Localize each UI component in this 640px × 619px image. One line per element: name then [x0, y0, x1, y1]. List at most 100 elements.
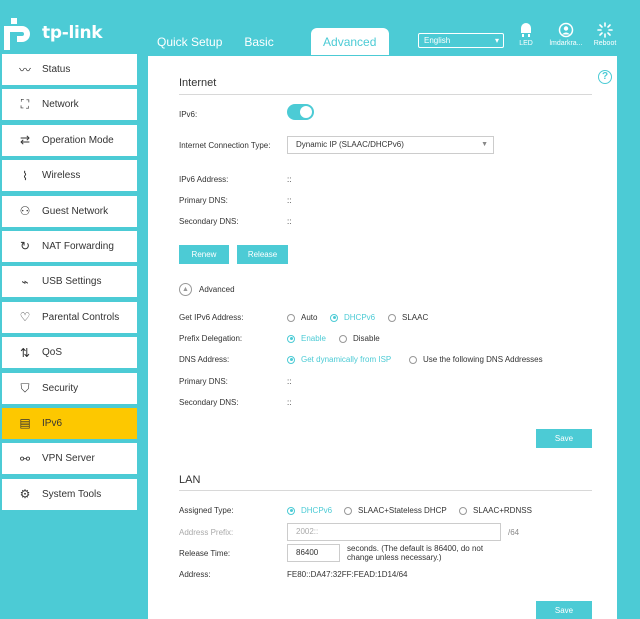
radio-label: SLAAC	[402, 313, 429, 322]
sidebar-item-system-tools[interactable]: ⚙ System Tools	[2, 478, 137, 510]
ipv6-label: IPv6:	[179, 110, 198, 119]
tp-link-logo-icon	[4, 18, 30, 50]
security-icon: ⛉	[20, 380, 30, 395]
release-time-note: seconds. (The default is 86400, do not c…	[347, 544, 483, 562]
lan-section-title: LAN	[179, 474, 201, 486]
radio-assigned-slaac-stateless[interactable]: SLAAC+Stateless DHCP	[344, 506, 447, 515]
divider	[179, 94, 592, 95]
lan-save-button[interactable]: Save	[536, 601, 592, 619]
usb-icon: ⌁	[21, 274, 29, 289]
dns-address-label: DNS Address:	[179, 355, 230, 364]
internet-section-title: Internet	[179, 77, 217, 89]
nat-forwarding-icon: ↻	[19, 239, 31, 254]
sidebar-item-ipv6[interactable]: ▤ IPv6	[2, 407, 137, 439]
parental-controls-icon: ♡	[19, 310, 31, 325]
reboot-label: Reboot	[593, 40, 617, 47]
release-time-label: Release Time:	[179, 549, 231, 558]
user-label: lmdarkra...	[549, 40, 583, 47]
system-tools-icon: ⚙	[19, 487, 31, 502]
sidebar-item-network[interactable]: ⛶ Network	[2, 89, 137, 121]
secondary-dns-value: ::	[287, 217, 292, 226]
sidebar-item-qos[interactable]: ⇅ QoS	[2, 337, 137, 369]
secondary-dns-label: Secondary DNS:	[179, 217, 239, 226]
sidebar-item-guest-network[interactable]: ⚇ Guest Network	[2, 195, 137, 227]
tab-quick-setup[interactable]: Quick Setup	[146, 28, 233, 55]
radio-dns-dynamic[interactable]: Get dynamically from ISP	[287, 355, 391, 364]
chevron-up-icon: ▲	[179, 283, 192, 296]
sidebar-item-label: Network	[42, 99, 79, 111]
help-icon[interactable]: ?	[598, 70, 612, 84]
ipv6-toggle[interactable]	[287, 104, 314, 120]
address-prefix-label: Address Prefix:	[179, 528, 234, 537]
radio-dns-manual[interactable]: Use the following DNS Addresses	[409, 355, 543, 364]
release-time-note-line: seconds. (The default is 86400, do not	[347, 544, 484, 553]
release-button[interactable]: Release	[237, 245, 288, 264]
divider	[179, 490, 592, 491]
radio-assigned-dhcpv6[interactable]: DHCPv6	[287, 506, 332, 515]
radio-dot	[287, 355, 295, 364]
tab-advanced[interactable]: Advanced	[310, 28, 389, 55]
sidebar-item-label: System Tools	[42, 488, 102, 500]
sidebar-item-label: Parental Controls	[42, 311, 120, 323]
radio-assigned-slaac-rdnss[interactable]: SLAAC+RDNSS	[459, 506, 532, 515]
main-panel: ? Internet IPv6: Internet Connection Typ…	[148, 56, 617, 619]
conn-type-select[interactable]: Dynamic IP (SLAAC/DHCPv6) ▼	[287, 136, 494, 154]
radio-label: SLAAC+Stateless DHCP	[358, 506, 447, 515]
ipv6-address-value: ::	[287, 175, 292, 184]
release-time-input[interactable]: 86400	[287, 544, 340, 562]
radio-dot	[339, 334, 347, 343]
sidebar-item-wireless[interactable]: ⌇ Wireless	[2, 160, 137, 192]
radio-auto[interactable]: Auto	[287, 313, 317, 322]
sidebar-item-status[interactable]: 〰 Status	[2, 54, 137, 85]
primary-dns-label: Primary DNS:	[179, 196, 228, 205]
conn-type-label: Internet Connection Type:	[179, 141, 271, 150]
radio-label: Auto	[301, 313, 318, 322]
wireless-icon: ⌇	[22, 168, 28, 183]
sidebar-item-usb-settings[interactable]: ⌁ USB Settings	[2, 266, 137, 298]
reboot-icon	[597, 22, 613, 38]
sidebar-item-nat-forwarding[interactable]: ↻ NAT Forwarding	[2, 230, 137, 262]
sidebar-item-label: Wireless	[42, 170, 81, 182]
sidebar-item-vpn-server[interactable]: ⚯ VPN Server	[2, 443, 137, 475]
radio-prefix-enable[interactable]: Enable	[287, 334, 326, 343]
radio-slaac[interactable]: SLAAC	[388, 313, 428, 322]
guest-network-icon: ⚇	[19, 204, 31, 219]
operation-mode-icon: ⇄	[19, 133, 31, 148]
advanced-toggle[interactable]: ▲ Advanced	[179, 283, 235, 296]
reboot-button[interactable]: Reboot	[582, 22, 628, 47]
main-tabs: Quick Setup Basic Advanced	[146, 28, 389, 55]
sidebar-item-parental-controls[interactable]: ♡ Parental Controls	[2, 301, 137, 333]
radio-dot	[287, 506, 295, 515]
sidebar-item-label: Operation Mode	[42, 134, 114, 146]
sidebar-item-security[interactable]: ⛉ Security	[2, 372, 137, 404]
chevron-down-icon: ▾	[494, 36, 499, 45]
renew-button[interactable]: Renew	[179, 245, 229, 264]
radio-dot	[330, 313, 338, 322]
qos-icon: ⇅	[19, 345, 31, 360]
caret-down-icon: ▼	[481, 141, 488, 148]
adv-secondary-dns-label: Secondary DNS:	[179, 398, 239, 407]
address-label: Address:	[179, 570, 211, 579]
radio-label: DHCPv6	[344, 313, 376, 322]
tab-basic[interactable]: Basic	[233, 28, 284, 55]
radio-prefix-disable[interactable]: Disable	[339, 334, 380, 343]
radio-label: Disable	[353, 334, 380, 343]
radio-dot	[388, 313, 396, 322]
radio-label: SLAAC+RDNSS	[473, 506, 532, 515]
sidebar-item-operation-mode[interactable]: ⇄ Operation Mode	[2, 124, 137, 156]
get-ipv6-label: Get IPv6 Address:	[179, 313, 244, 322]
radio-dot	[459, 506, 467, 515]
prefix-suffix: /64	[508, 528, 520, 537]
internet-save-button[interactable]: Save	[536, 429, 592, 448]
sidebar-item-label: QoS	[42, 347, 63, 359]
radio-dhcpv6[interactable]: DHCPv6	[330, 313, 375, 322]
ipv6-icon: ▤	[19, 416, 31, 431]
ipv6-address-label: IPv6 Address:	[179, 175, 229, 184]
user-icon	[558, 22, 574, 38]
radio-label: Use the following DNS Addresses	[423, 355, 543, 364]
prefix-delegation-label: Prefix Delegation:	[179, 334, 243, 343]
language-select[interactable]: English ▾	[418, 33, 504, 48]
radio-dot	[409, 355, 417, 364]
radio-dot	[287, 334, 295, 343]
status-icon: 〰	[18, 63, 31, 77]
